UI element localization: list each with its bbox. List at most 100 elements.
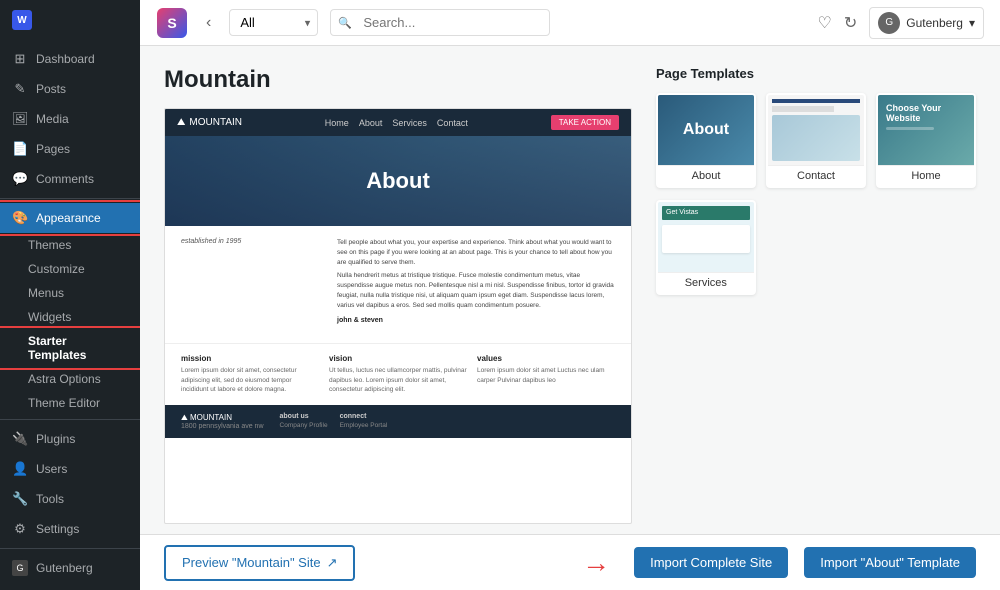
sidebar-divider-2	[0, 419, 140, 420]
sidebar-item-posts[interactable]: ✎ Posts	[0, 74, 140, 104]
sidebar-item-label: Comments	[36, 172, 94, 186]
template-logo: ⛰ MOUNTAIN	[177, 117, 242, 128]
page-templates-grid: About About	[656, 93, 976, 295]
media-icon: 🖼	[12, 111, 28, 127]
template-cta-btn: TAKE ACTION	[551, 115, 619, 130]
pt-services-label: Services	[658, 272, 754, 293]
footer-link[interactable]: Company Profile	[280, 422, 328, 429]
mountain-logo-text: MOUNTAIN	[189, 117, 242, 128]
import-complete-button[interactable]: Import Complete Site	[634, 547, 788, 578]
pt-about-label: About	[658, 165, 754, 186]
sidebar-item-label: Settings	[36, 522, 79, 536]
footer-address: 1800 pennsylvania ave nw	[181, 423, 264, 430]
sidebar-divider-3	[0, 548, 140, 549]
sub-label: Theme Editor	[28, 396, 100, 410]
sidebar-item-collapse[interactable]: « Collapse menu	[0, 583, 140, 590]
user-menu[interactable]: G Gutenberg ▾	[869, 7, 984, 39]
preview-button[interactable]: Preview "Mountain" Site ↗	[164, 545, 355, 581]
appearance-arrow	[133, 210, 140, 226]
filter-select[interactable]: All Free Agency Business	[229, 9, 318, 36]
footer-col-connect: connect Employee Portal	[340, 413, 388, 429]
template-nav: ⛰ MOUNTAIN Home About Services Contact T…	[165, 109, 631, 136]
sidebar-item-label: Pages	[36, 142, 70, 156]
favorites-button[interactable]: ♡	[818, 13, 832, 33]
pt-card-home-img: Choose Your Website	[878, 95, 974, 165]
services-teal-bar: Get Vistas	[662, 206, 750, 220]
nav-home: Home	[325, 118, 349, 128]
sidebar-sub-starter-templates[interactable]: Starter Templates	[0, 329, 140, 367]
about-preview-bg: About	[658, 95, 754, 165]
footer-logo-text: ⛰ MOUNTAIN	[181, 413, 232, 422]
contact-top-bar	[772, 99, 860, 103]
sub-label: Themes	[28, 238, 71, 252]
sidebar-item-users[interactable]: 👤 Users	[0, 454, 140, 484]
sidebar-sub-customize[interactable]: Customize	[0, 257, 140, 281]
sidebar-divider	[0, 198, 140, 199]
pt-card-services[interactable]: Get Vistas Services	[656, 200, 756, 295]
pt-card-about-img: About	[658, 95, 754, 165]
footer-link[interactable]: Employee Portal	[340, 422, 388, 429]
sidebar-item-dashboard[interactable]: ⊞ Dashboard	[0, 44, 140, 74]
users-icon: 👤	[12, 461, 28, 477]
detail-area: Mountain ⛰ MOUNTAIN Home About Services …	[140, 46, 1000, 534]
pt-card-services-img: Get Vistas	[658, 202, 754, 272]
sidebar-item-gutenberg[interactable]: G Gutenberg	[0, 553, 140, 583]
footer-logo: ⛰ MOUNTAIN 1800 pennsylvania ave nw	[181, 413, 264, 430]
sidebar-item-appearance[interactable]: 🎨 Appearance	[0, 203, 140, 233]
template-name: Mountain	[164, 66, 632, 94]
sub-label: Customize	[28, 262, 85, 276]
about-body: Nulla hendrerit metus at tristique trist…	[337, 271, 615, 310]
sidebar-sub-astra-options[interactable]: Astra Options	[0, 367, 140, 391]
values-text: Lorem ipsum dolor sit amet Luctus nec ul…	[477, 366, 615, 386]
sidebar-item-settings[interactable]: ⚙ Settings	[0, 514, 140, 544]
import-about-button[interactable]: Import "About" Template	[804, 547, 976, 578]
sidebar-sub-menus[interactable]: Menus	[0, 281, 140, 305]
sub-label: Menus	[28, 286, 64, 300]
template-missions: mission Lorem ipsum dolor sit amet, cons…	[165, 343, 631, 405]
posts-icon: ✎	[12, 81, 28, 97]
footer-col-heading: about us	[280, 413, 328, 420]
sidebar-nav: ⊞ Dashboard ✎ Posts 🖼 Media 📄 Pages 💬 Co…	[0, 40, 140, 590]
import-about-label: Import "About" Template	[820, 555, 960, 570]
template-body: established in 1995 Tell people about wh…	[165, 226, 631, 343]
contact-map	[772, 115, 860, 161]
back-button[interactable]: ‹	[200, 10, 217, 36]
preview-label: Preview "Mountain" Site	[182, 555, 321, 570]
sidebar-item-media[interactable]: 🖼 Media	[0, 104, 140, 134]
nav-about: About	[359, 118, 383, 128]
user-dropdown-icon: ▾	[969, 16, 975, 30]
preview-frame: ⛰ MOUNTAIN Home About Services Contact T…	[164, 108, 632, 524]
bottombar: Preview "Mountain" Site ↗ → Import Compl…	[140, 534, 1000, 590]
refresh-button[interactable]: ↻	[844, 13, 857, 33]
pt-card-contact[interactable]: Contact	[766, 93, 866, 188]
mission-title: mission	[181, 354, 319, 363]
sidebar-sub-widgets[interactable]: Widgets	[0, 305, 140, 329]
sidebar-item-comments[interactable]: 💬 Comments	[0, 164, 140, 194]
plugins-icon: 🔌	[12, 431, 28, 447]
values-block: values Lorem ipsum dolor sit amet Luctus…	[477, 354, 615, 395]
vision-text: Ut tellus, luctus nec ullamcorper mattis…	[329, 366, 467, 395]
search-input[interactable]	[330, 9, 550, 36]
sidebar-item-label: Posts	[36, 82, 66, 96]
sidebar-item-label: Gutenberg	[36, 561, 93, 575]
about-intro: Tell people about what you, your experti…	[337, 238, 615, 267]
sidebar-sub-theme-editor[interactable]: Theme Editor	[0, 391, 140, 415]
gutenberg-icon: G	[12, 560, 28, 576]
contact-preview-bg	[768, 95, 864, 165]
sidebar: W ⊞ Dashboard ✎ Posts 🖼 Media 📄 Pages 💬 …	[0, 0, 140, 590]
filter-dropdown-wrap: All Free Agency Business	[229, 9, 318, 36]
content-area: Mountain ⛰ MOUNTAIN Home About Services …	[140, 46, 1000, 590]
sidebar-item-tools[interactable]: 🔧 Tools	[0, 484, 140, 514]
search-wrap	[330, 9, 730, 36]
services-preview-bg: Get Vistas	[658, 202, 754, 272]
signature: john & steven	[337, 316, 615, 327]
sidebar-item-pages[interactable]: 📄 Pages	[0, 134, 140, 164]
wp-logo-icon: W	[12, 10, 32, 30]
sub-label: Astra Options	[28, 372, 101, 386]
sidebar-item-plugins[interactable]: 🔌 Plugins	[0, 424, 140, 454]
pt-card-about[interactable]: About About	[656, 93, 756, 188]
pages-icon: 📄	[12, 141, 28, 157]
tools-icon: 🔧	[12, 491, 28, 507]
sidebar-sub-themes[interactable]: Themes	[0, 233, 140, 257]
pt-card-home[interactable]: Choose Your Website Home	[876, 93, 976, 188]
